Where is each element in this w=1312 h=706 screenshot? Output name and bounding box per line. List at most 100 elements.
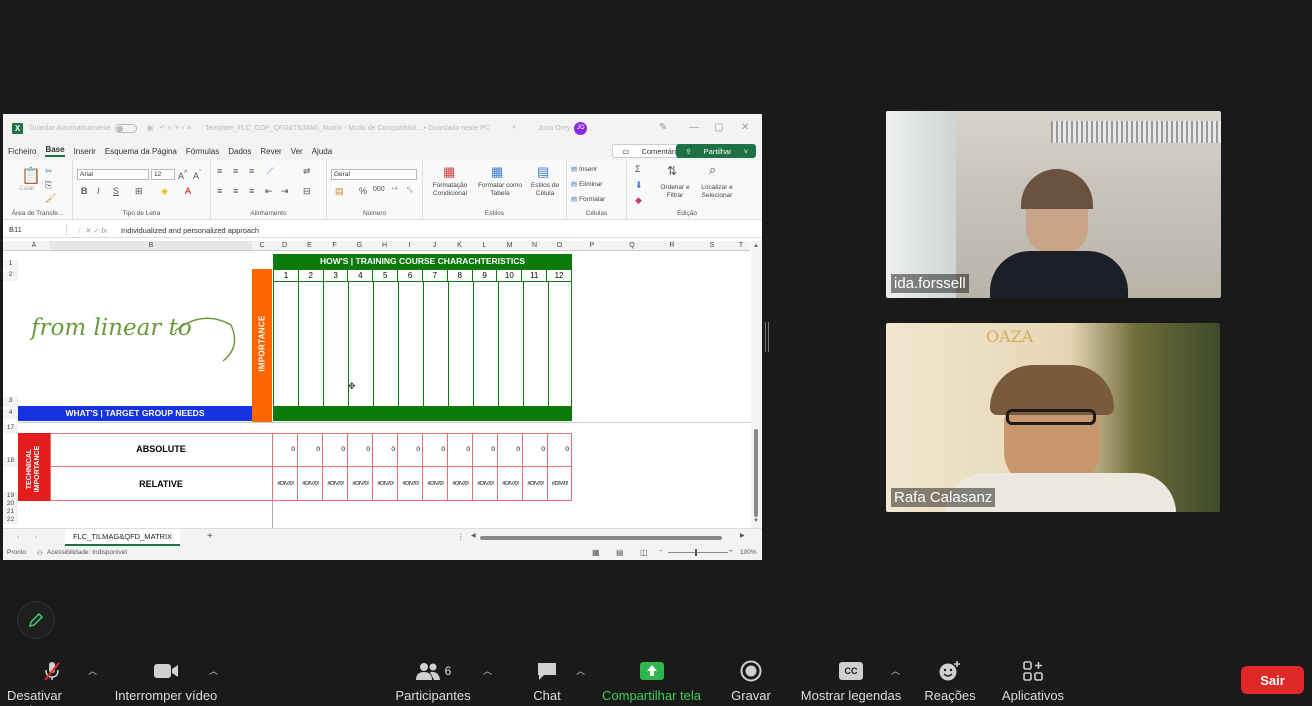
- col-header-l[interactable]: L: [472, 241, 497, 251]
- select-all-corner[interactable]: [3, 241, 18, 251]
- chat-button[interactable]: Chat: [527, 660, 567, 703]
- page-break-icon[interactable]: ◫: [640, 548, 648, 557]
- col-header-b[interactable]: B: [50, 241, 252, 251]
- increase-decimal-icon[interactable]: ⁺⁰: [391, 186, 398, 194]
- prev-sheet-icon[interactable]: ‹: [17, 532, 20, 541]
- row-header-21[interactable]: 21: [3, 508, 18, 516]
- align-right-icon[interactable]: ≡: [249, 186, 254, 196]
- vertical-scrollbar[interactable]: ▲ ▼: [751, 241, 762, 528]
- delete-cells-button[interactable]: ▤ Eliminar: [571, 181, 602, 189]
- row-header-2[interactable]: 2: [3, 271, 18, 281]
- audio-options-chevron-icon[interactable]: ︿: [88, 664, 97, 677]
- scroll-up-icon[interactable]: ▲: [753, 243, 759, 249]
- panel-splitter[interactable]: [765, 322, 769, 352]
- row-header-4[interactable]: 4: [3, 409, 18, 419]
- hows-matrix-body[interactable]: [273, 282, 572, 406]
- cell-styles-icon[interactable]: ▤: [537, 164, 549, 180]
- decrease-indent-icon[interactable]: ⇤: [265, 186, 273, 197]
- insert-cells-button[interactable]: ▤ Inserir: [571, 166, 597, 174]
- zoom-slider-thumb[interactable]: [695, 549, 697, 556]
- menu-base[interactable]: Base: [45, 145, 65, 157]
- autosave-toggle[interactable]: [114, 123, 137, 133]
- normal-view-icon[interactable]: ▦: [592, 548, 600, 557]
- increase-indent-icon[interactable]: ⇥: [281, 186, 289, 197]
- accessibility-icon[interactable]: ⚇: [37, 549, 43, 557]
- sheet-tab-active[interactable]: FLC_TILMAG&QFD_MATRIX: [65, 529, 181, 546]
- user-avatar[interactable]: JO: [574, 121, 588, 135]
- zoom-level[interactable]: 100%: [740, 549, 757, 556]
- font-size-select[interactable]: 12: [151, 169, 175, 180]
- col-header-a[interactable]: A: [18, 241, 50, 251]
- shrink-font-icon[interactable]: Aˇ: [193, 168, 202, 181]
- mute-button[interactable]: Desativar mudo: [7, 660, 97, 706]
- name-box[interactable]: B11: [3, 224, 67, 236]
- sort-filter-button[interactable]: Ordenar e Filtrar: [655, 184, 695, 200]
- tab-splitter-icon[interactable]: ⋮: [457, 532, 465, 541]
- menu-esquema[interactable]: Esquema da Página: [105, 147, 177, 156]
- zoom-slider[interactable]: [668, 552, 728, 553]
- row-header-18[interactable]: 18: [3, 457, 18, 467]
- col-header-h[interactable]: H: [372, 241, 397, 251]
- col-header-r[interactable]: R: [652, 241, 692, 251]
- underline-icon[interactable]: S: [113, 186, 119, 196]
- row-header-1[interactable]: 1: [3, 260, 18, 270]
- record-button[interactable]: Gravar: [728, 660, 774, 703]
- decrease-decimal-icon[interactable]: ⁰₀: [407, 186, 413, 194]
- row-header-20[interactable]: 20: [3, 500, 18, 508]
- orientation-icon[interactable]: ⟋: [267, 166, 273, 177]
- col-header-q[interactable]: Q: [612, 241, 652, 251]
- align-bottom-icon[interactable]: ≡: [249, 166, 254, 176]
- clear-icon[interactable]: ◆: [635, 195, 642, 206]
- save-icon[interactable]: ▣: [147, 124, 154, 132]
- number-format-select[interactable]: Geral: [331, 169, 417, 180]
- pen-icon[interactable]: ✎: [659, 122, 667, 133]
- row-header-17[interactable]: 17: [3, 424, 18, 434]
- col-header-m[interactable]: M: [497, 241, 522, 251]
- cut-icon[interactable]: ✂: [45, 166, 53, 177]
- align-middle-icon[interactable]: ≡: [233, 166, 238, 176]
- menu-formulas[interactable]: Fórmulas: [186, 147, 219, 156]
- wrap-text-icon[interactable]: ⇌: [303, 166, 311, 177]
- share-button[interactable]: ⇪ Partilhar ˅: [676, 144, 756, 158]
- menu-inserir[interactable]: Inserir: [74, 147, 96, 156]
- find-select-button[interactable]: Localizar e Selecionar: [695, 184, 739, 200]
- font-name-select[interactable]: Arial: [77, 169, 149, 180]
- conditional-format-button[interactable]: Formatação Condicional: [427, 182, 473, 198]
- apps-button[interactable]: Aplicativos: [1000, 660, 1066, 703]
- page-layout-icon[interactable]: ▤: [616, 548, 624, 557]
- captions-button[interactable]: CC Mostrar legendas: [799, 660, 903, 703]
- col-header-s[interactable]: S: [692, 241, 732, 251]
- scroll-right-icon[interactable]: ▶: [740, 532, 745, 539]
- col-header-c[interactable]: C: [252, 241, 272, 251]
- bold-icon[interactable]: B: [81, 186, 88, 196]
- formula-input[interactable]: Individualized and personalized approach: [121, 226, 259, 235]
- scroll-left-icon[interactable]: ◀: [471, 532, 476, 539]
- scroll-down-icon[interactable]: ▼: [753, 518, 759, 524]
- menu-ficheiro[interactable]: Ficheiro: [8, 147, 36, 156]
- add-sheet-icon[interactable]: +: [207, 531, 213, 542]
- format-table-button[interactable]: Formatar como Tabela: [473, 182, 527, 198]
- row-header-22[interactable]: 22: [3, 516, 18, 524]
- participants-options-chevron-icon[interactable]: ︿: [483, 664, 492, 677]
- stop-video-button[interactable]: Interromper vídeo: [113, 660, 219, 703]
- format-cells-button[interactable]: ▤ Formatar: [571, 196, 605, 204]
- fill-icon[interactable]: ⬇: [635, 180, 643, 191]
- vertical-scroll-thumb[interactable]: [754, 429, 758, 517]
- annotate-button[interactable]: [17, 601, 55, 639]
- row-header-19[interactable]: 19: [3, 492, 18, 500]
- copy-icon[interactable]: ⎘: [45, 180, 52, 191]
- zoom-out-icon[interactable]: −: [659, 548, 663, 555]
- col-header-f[interactable]: F: [322, 241, 347, 251]
- currency-icon[interactable]: ▤: [335, 186, 344, 197]
- grow-font-icon[interactable]: A^: [178, 168, 188, 181]
- fill-color-icon[interactable]: ◈: [161, 186, 168, 197]
- share-screen-button[interactable]: Compartilhar tela: [600, 660, 703, 703]
- participant-tile-ida[interactable]: ida.forssell: [886, 111, 1221, 298]
- chat-options-chevron-icon[interactable]: ︿: [576, 664, 585, 677]
- col-header-g[interactable]: G: [347, 241, 372, 251]
- align-left-icon[interactable]: ≡: [217, 186, 222, 196]
- col-header-d[interactable]: D: [272, 241, 297, 251]
- cell-styles-button[interactable]: Estilos de Célula: [527, 182, 563, 198]
- col-header-e[interactable]: E: [297, 241, 322, 251]
- merge-cells-icon[interactable]: ⊟: [303, 186, 311, 197]
